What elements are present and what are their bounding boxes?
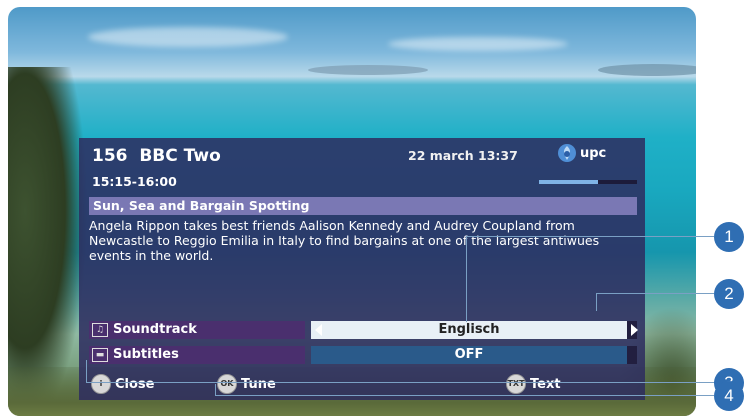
cloud [388, 37, 568, 51]
callout-line-1 [466, 236, 714, 237]
soundtrack-value: Englisch [438, 322, 500, 337]
callout-badge-4: 4 [714, 381, 744, 411]
channel-header: 156 BBC Two [92, 146, 221, 166]
callout-line-4-drop [215, 384, 216, 395]
subtitles-value: OFF [454, 347, 484, 362]
program-title-bar: Sun, Sea and Bargain Spotting [89, 197, 637, 215]
arrow-right-icon[interactable] [631, 324, 638, 336]
program-title: Sun, Sea and Bargain Spotting [93, 198, 310, 213]
text-label: Text [530, 376, 561, 392]
current-datetime: 22 march 13:37 [408, 148, 518, 163]
callout-line-2-drop [596, 293, 597, 311]
tree-foliage-left [8, 67, 88, 416]
soundtrack-icon: ♫ [92, 323, 108, 337]
ok-button-icon: OK [217, 374, 237, 394]
program-description: Angela Rippon takes best friends Aalison… [89, 218, 600, 263]
subtitles-label: Subtitles [113, 347, 179, 362]
subtitles-icon: ▬ [92, 348, 108, 362]
info-banner: 156 BBC Two 22 march 13:37 upc 15:15-16:… [79, 138, 645, 400]
soundtrack-label-cell: ♫ Soundtrack [89, 321, 305, 339]
callout-badge-2: 2 [714, 279, 744, 309]
channel-name: BBC Two [139, 146, 221, 166]
brand-name: upc [580, 145, 607, 161]
distant-island [598, 64, 696, 76]
soundtrack-selector[interactable]: Englisch [311, 321, 627, 339]
text-action[interactable]: TXT Text [506, 374, 561, 394]
info-button-icon: i [91, 374, 111, 394]
upc-logo-icon [558, 144, 576, 162]
cloud [88, 27, 288, 47]
row-end-cap [627, 346, 637, 364]
txt-button-icon: TXT [506, 374, 526, 394]
arrow-left-icon[interactable] [315, 324, 322, 336]
close-label: Close [115, 376, 155, 392]
callout-line-3 [86, 382, 714, 383]
callout-badge-1: 1 [714, 222, 744, 252]
brand-logo: upc [557, 143, 606, 163]
channel-number: 156 [92, 146, 128, 166]
callout-line-1-drop [466, 236, 467, 322]
tune-label: Tune [241, 376, 276, 392]
program-progress-bar [539, 180, 637, 184]
subtitles-label-cell: ▬ Subtitles [89, 346, 305, 364]
callout-line-3-drop [86, 360, 87, 382]
subtitles-selector[interactable]: OFF [311, 346, 627, 364]
program-timeslot: 15:15-16:00 [92, 174, 177, 189]
callout-line-2 [596, 293, 714, 294]
close-action[interactable]: i Close [91, 374, 154, 394]
progress-fill [539, 180, 598, 184]
callout-line-4 [215, 395, 714, 396]
soundtrack-label: Soundtrack [113, 322, 197, 337]
distant-island [308, 65, 428, 75]
background-scene: 156 BBC Two 22 march 13:37 upc 15:15-16:… [8, 7, 696, 416]
tune-action[interactable]: OK Tune [217, 374, 276, 394]
